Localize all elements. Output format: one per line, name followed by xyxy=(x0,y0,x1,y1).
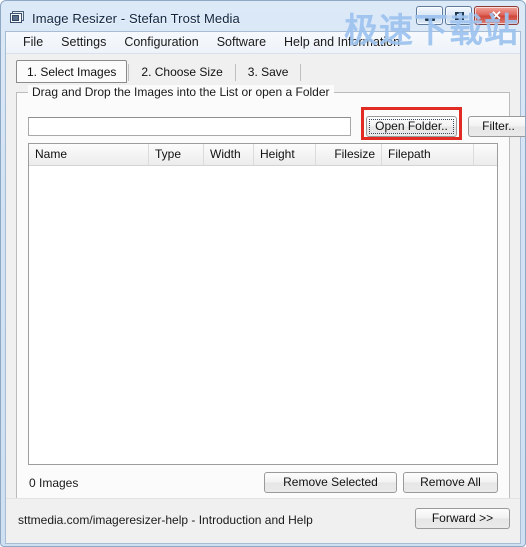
client-area: File Settings Configuration Software Hel… xyxy=(5,31,525,544)
help-link[interactable]: sttmedia.com/imageresizer-help - Introdu… xyxy=(18,513,313,527)
filter-button[interactable]: Filter.. xyxy=(468,116,525,137)
menu-item-file[interactable]: File xyxy=(14,33,52,52)
listview-header: Name Type Width Height Filesize Filepath xyxy=(29,144,497,166)
select-images-groupbox: Drag and Drop the Images into the List o… xyxy=(16,85,525,499)
column-header-name[interactable]: Name xyxy=(29,144,149,165)
remove-all-label: Remove All xyxy=(420,475,481,489)
path-row: Open Folder.. Filter.. xyxy=(28,107,525,140)
column-header-filepath[interactable]: Filepath xyxy=(382,144,474,165)
forward-label: Forward >> xyxy=(431,511,494,525)
tab-separator xyxy=(128,64,130,81)
images-listview[interactable]: Name Type Width Height Filesize Filepath xyxy=(28,143,498,465)
column-header-type[interactable]: Type xyxy=(149,144,204,165)
tab-strip: 1. Select Images 2. Choose Size 3. Save xyxy=(16,60,520,83)
focus-ring xyxy=(369,119,454,134)
column-header-width[interactable]: Width xyxy=(204,144,254,165)
image-count-label: 0 Images xyxy=(29,476,79,490)
minimize-icon xyxy=(425,18,435,21)
tab-save[interactable]: 3. Save xyxy=(237,60,300,83)
remove-selected-button[interactable]: Remove Selected xyxy=(264,472,397,493)
open-folder-button[interactable]: Open Folder.. xyxy=(366,116,457,137)
forward-button[interactable]: Forward >> xyxy=(415,508,510,529)
groupbox-label: Drag and Drop the Images into the List o… xyxy=(28,85,334,99)
window-controls: ✕ xyxy=(416,6,519,25)
maximize-button[interactable] xyxy=(445,6,472,25)
application-window: Image Resizer - Stefan Trost Media ✕ Fil… xyxy=(0,0,526,547)
maximize-icon xyxy=(455,12,464,20)
menu-item-help-and-information[interactable]: Help and Information xyxy=(275,33,409,52)
listview-body[interactable] xyxy=(29,166,497,464)
menu-item-settings[interactable]: Settings xyxy=(52,33,115,52)
title-bar: Image Resizer - Stefan Trost Media ✕ xyxy=(5,5,521,31)
tab-select-images[interactable]: 1. Select Images xyxy=(16,60,128,83)
remove-all-button[interactable]: Remove All xyxy=(403,472,498,493)
menu-item-configuration[interactable]: Configuration xyxy=(115,33,207,52)
minimize-button[interactable] xyxy=(416,6,443,25)
close-button[interactable]: ✕ xyxy=(474,6,519,25)
tab-separator xyxy=(300,64,302,81)
folder-path-input[interactable] xyxy=(28,117,351,136)
tab-separator xyxy=(234,64,236,81)
window-title: Image Resizer - Stefan Trost Media xyxy=(32,10,240,26)
menu-bar: File Settings Configuration Software Hel… xyxy=(6,32,520,54)
column-header-height[interactable]: Height xyxy=(254,144,316,165)
column-header-spacer xyxy=(474,144,497,165)
remove-selected-label: Remove Selected xyxy=(283,475,378,489)
menu-item-software[interactable]: Software xyxy=(208,33,275,52)
images-stack-icon xyxy=(8,9,26,27)
tab-choose-size[interactable]: 2. Choose Size xyxy=(130,60,233,83)
footer-bar: sttmedia.com/imageresizer-help - Introdu… xyxy=(6,498,520,543)
filter-label: Filter.. xyxy=(482,119,515,133)
column-header-filesize[interactable]: Filesize xyxy=(316,144,382,165)
close-icon: ✕ xyxy=(491,8,502,23)
